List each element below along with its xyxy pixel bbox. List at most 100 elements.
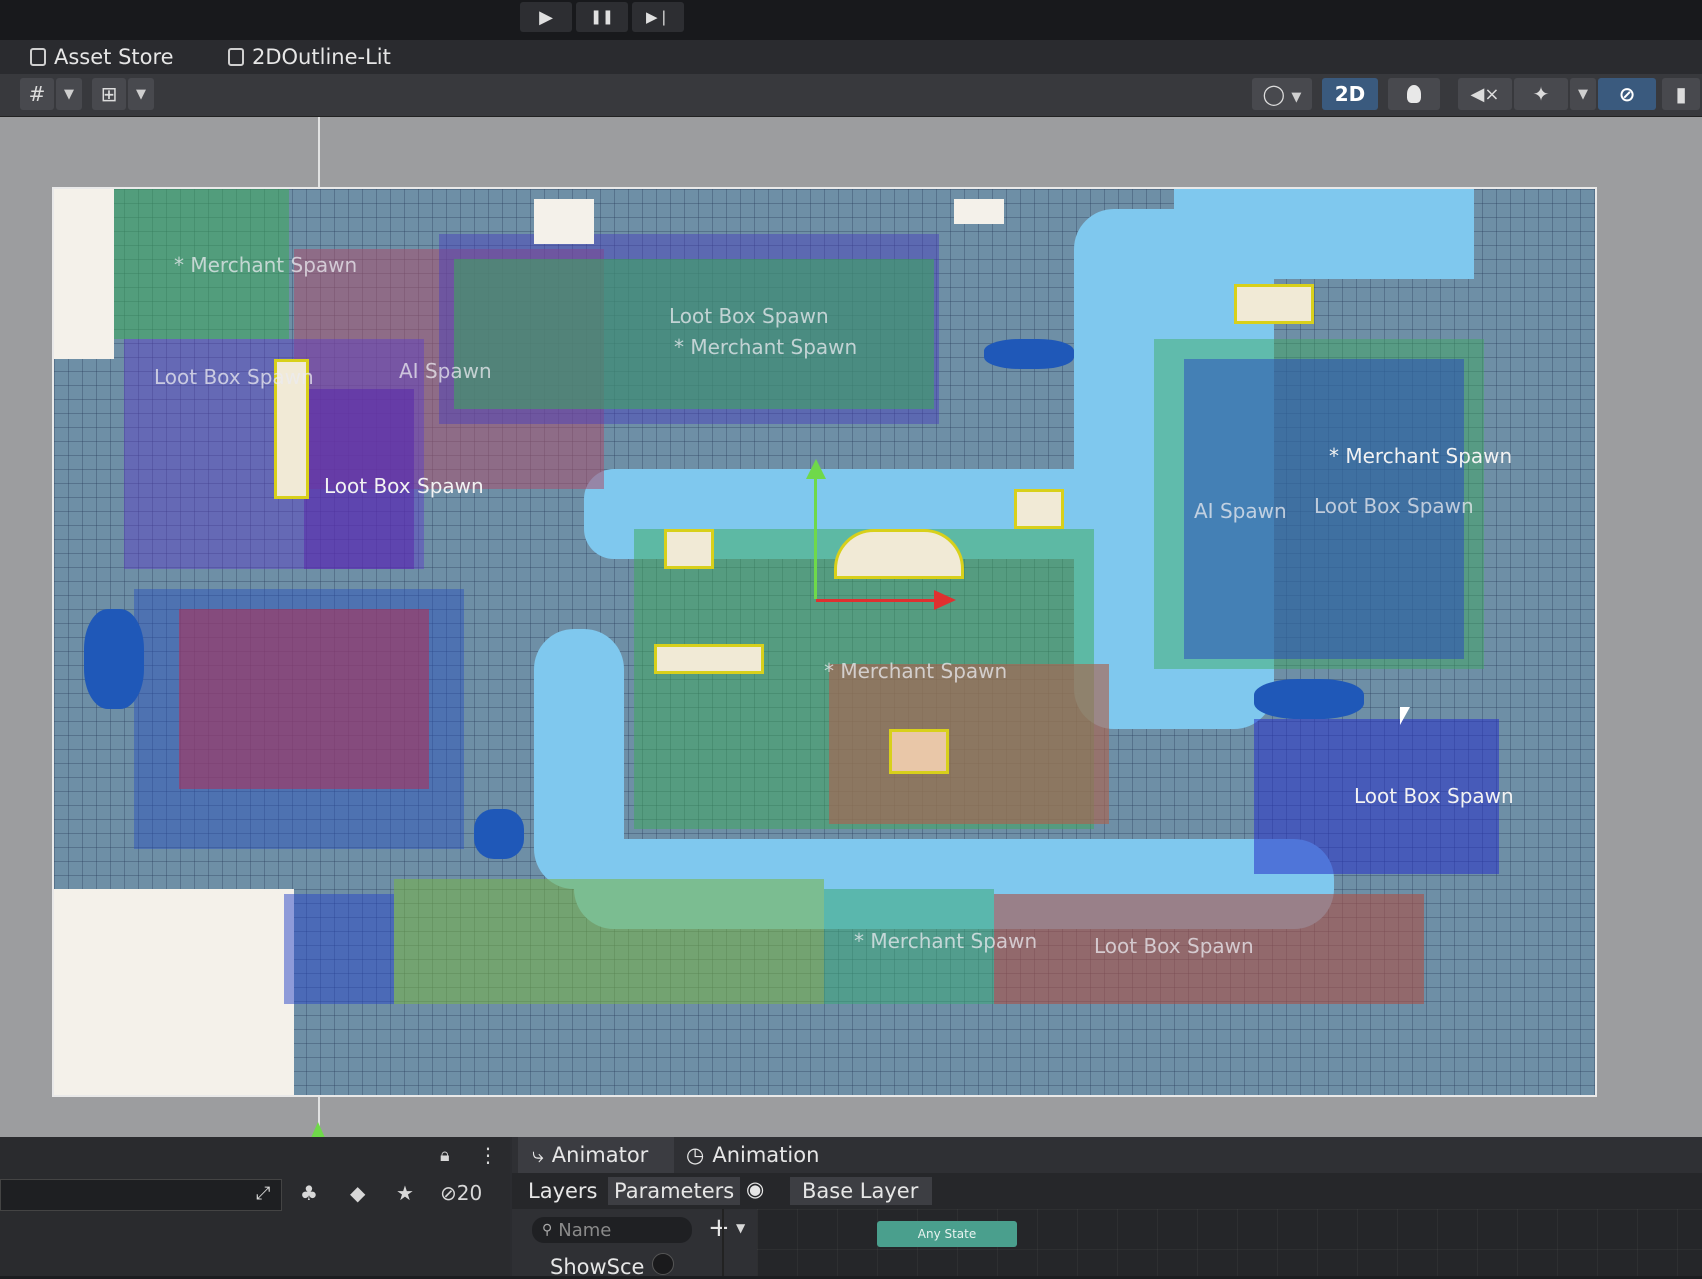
filter-icon[interactable]: ♣ (300, 1181, 318, 1205)
tab-label: 2DOutline-Lit (252, 45, 391, 69)
ruler-icon: ⊞ (100, 82, 118, 106)
scene-visibility-button[interactable]: ⊘ (1598, 78, 1656, 110)
zone-label: AI Spawn (399, 359, 492, 383)
step-icon: ▶❘ (645, 8, 671, 26)
river (1174, 189, 1474, 279)
sphere-icon: ◯ ▼ (1262, 82, 1302, 106)
scene-icon (228, 48, 244, 66)
bush-tiles (474, 809, 524, 859)
snow-tiles (954, 199, 1004, 224)
animator-icon: ⤷ (532, 1142, 544, 1167)
search-placeholder: Name (558, 1219, 612, 1241)
spawn-zone (829, 664, 1109, 824)
origin-marker-icon (310, 1122, 326, 1137)
tab-label: Asset Store (54, 45, 174, 69)
bush-tiles (84, 609, 144, 709)
parameters-tab[interactable]: Parameters (608, 1177, 741, 1205)
step-button[interactable]: ▶❘ (632, 2, 684, 32)
spawn-zone (394, 879, 824, 1004)
2d-label: 2D (1334, 82, 1366, 106)
zone-label: Loot Box Spawn (669, 304, 829, 328)
hierarchy-panel: 🔒︎ ⋮ ⤢ ♣ ◆ ★ ⊘20 (0, 1137, 510, 1276)
camera-button[interactable]: ▮ (1662, 78, 1700, 110)
snow-tiles (534, 199, 594, 244)
tilemap[interactable]: * Merchant Spawn Loot Box Spawn * Mercha… (52, 187, 1597, 1097)
x-axis-handle[interactable] (816, 599, 941, 602)
snow-tiles (54, 189, 114, 359)
hierarchy-search-input[interactable] (0, 1179, 282, 1211)
scene-toolbar: # ▼ ⊞ ▼ ◯ ▼ 2D ◀× ✦ ▼ ⊘ ▮ (0, 74, 1702, 117)
add-parameter-button[interactable]: + (708, 1213, 730, 1243)
tag-icon[interactable]: ◆ (350, 1181, 365, 1205)
spawn-zone (454, 259, 934, 409)
zone-label: * Merchant Spawn (824, 659, 1008, 683)
chevron-down-icon[interactable]: ▼ (736, 1221, 745, 1235)
lighting-toggle-button[interactable] (1388, 78, 1440, 110)
shading-mode-button[interactable]: ◯ ▼ (1252, 78, 1312, 110)
chevron-down-icon: ▼ (136, 86, 146, 102)
bag-icon (30, 48, 46, 66)
play-icon: ▶ (539, 6, 553, 28)
pause-icon: ❚❚ (590, 9, 614, 25)
island-tiles (1234, 284, 1314, 324)
bush-tiles (1254, 679, 1364, 719)
star-icon[interactable]: ★ (396, 1181, 414, 1205)
editor-tab-row: Asset Store 2DOutline-Lit (0, 40, 1702, 74)
zone-label: * Merchant Spawn (674, 335, 858, 359)
divider (722, 1209, 724, 1276)
zone-label: * Merchant Spawn (854, 929, 1038, 953)
island-tiles (1014, 489, 1064, 529)
parameter-toggle[interactable] (652, 1253, 674, 1275)
effects-dropdown[interactable]: ▼ (1570, 78, 1596, 110)
tab-animator[interactable]: ⤷ Animator (518, 1137, 674, 1173)
eye-icon[interactable]: ◉ (746, 1177, 764, 1201)
mute-icon: ◀× (1470, 83, 1500, 105)
tab-animation[interactable]: ◷ Animation (686, 1137, 819, 1173)
increment-snap-dropdown[interactable]: ▼ (128, 78, 154, 110)
grid-snap-dropdown[interactable]: ▼ (56, 78, 82, 110)
clock-icon: ◷ (686, 1143, 705, 1167)
zone-label: * Merchant Spawn (1329, 444, 1513, 468)
animator-panel: ⤷ Animator ◷ Animation Layers Parameters ◉… (512, 1137, 1702, 1279)
grid-snap-button[interactable]: # (20, 78, 54, 110)
zone-label: Loot Box Spawn (1354, 784, 1514, 808)
parameter-search-input[interactable]: ⚲ Name (532, 1217, 692, 1243)
camera-icon: ▮ (1675, 82, 1687, 106)
tab-label: Animator (551, 1143, 649, 1167)
search-icon: ⚲ (542, 1222, 553, 1238)
y-axis-handle[interactable] (814, 474, 817, 599)
tab-label: Animation (712, 1143, 820, 1167)
zone-label: Loot Box Spawn (1094, 934, 1254, 958)
effects-icon: ✦ (1532, 82, 1550, 106)
y-axis-arrow-icon[interactable] (806, 459, 826, 479)
tab-asset-store[interactable]: Asset Store (30, 40, 174, 74)
x-axis-arrow-icon[interactable] (934, 590, 956, 610)
expand-icon[interactable]: ⤢ (256, 1183, 270, 1204)
island-tiles (889, 729, 949, 774)
effects-button[interactable]: ✦ (1514, 78, 1568, 110)
layers-tab[interactable]: Layers (528, 1179, 598, 1203)
breadcrumb-base-layer[interactable]: Base Layer (790, 1177, 933, 1205)
animator-graph[interactable]: Any State (757, 1209, 1702, 1276)
any-state-node[interactable]: Any State (877, 1221, 1017, 1247)
spawn-zone (179, 609, 429, 789)
mouse-cursor-icon (1400, 707, 1410, 725)
zone-label: Loot Box Spawn (154, 365, 314, 389)
island-tiles (834, 529, 964, 579)
bottom-panels: 🔒︎ ⋮ ⤢ ♣ ◆ ★ ⊘20 ⤷ Animator ◷ Animation La… (0, 1137, 1702, 1279)
pause-button[interactable]: ❚❚ (576, 2, 628, 32)
scene-view[interactable]: * Merchant Spawn Loot Box Spawn * Mercha… (0, 117, 1702, 1137)
increment-snap-button[interactable]: ⊞ (92, 78, 126, 110)
tab-scene[interactable]: 2DOutline-Lit (228, 40, 391, 74)
count-label: 20 (456, 1181, 483, 1205)
parameter-row-label[interactable]: ShowSce (550, 1255, 644, 1279)
play-button[interactable]: ▶ (520, 2, 572, 32)
zone-label: Loot Box Spawn (1314, 494, 1474, 518)
zone-label: AI Spawn (1194, 499, 1287, 523)
more-options-icon[interactable]: ⋮ (478, 1143, 498, 1167)
2d-toggle-button[interactable]: 2D (1322, 78, 1378, 110)
visibility-count[interactable]: ⊘20 (440, 1181, 482, 1205)
lock-icon[interactable]: 🔒︎ (440, 1145, 450, 1166)
zone-label: Loot Box Spawn (324, 474, 484, 498)
audio-toggle-button[interactable]: ◀× (1458, 78, 1512, 110)
